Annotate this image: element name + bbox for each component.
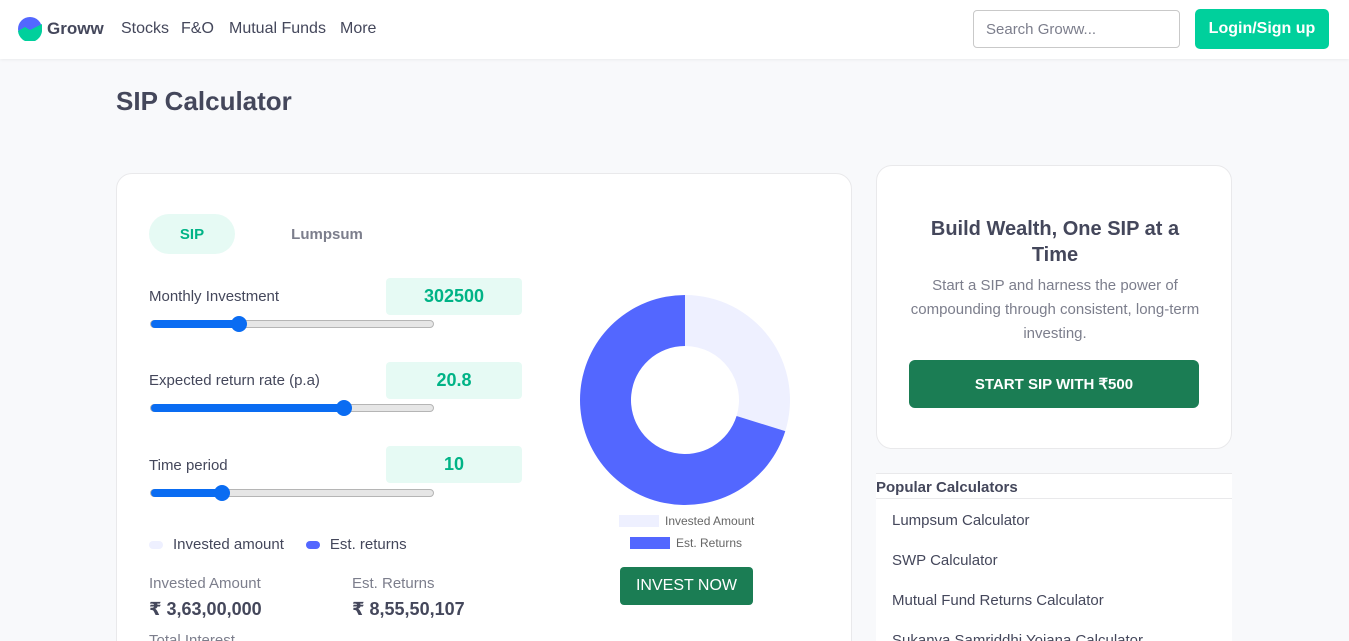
slider-fill xyxy=(151,404,345,412)
tab-sip[interactable]: SIP xyxy=(149,214,235,254)
nav-stocks[interactable]: Stocks xyxy=(121,20,169,38)
calculator-legend: Invested amount Est. returns xyxy=(149,536,429,553)
promo-card: Build Wealth, One SIP at a Time Start a … xyxy=(876,165,1232,449)
legend-invested: Invested amount xyxy=(149,536,284,553)
return-rate-label: Expected return rate (p.a) xyxy=(149,372,320,389)
groww-logo-icon[interactable] xyxy=(18,17,42,41)
time-period-input[interactable]: 10 xyxy=(386,446,522,483)
invested-amount-label: Invested Amount xyxy=(149,575,261,592)
return-rate-input[interactable]: 20.8 xyxy=(386,362,522,399)
returns-dot-icon xyxy=(305,540,320,549)
slider-thumb[interactable] xyxy=(336,400,353,416)
top-header: Groww Stocks F&O Mutual Funds More Login… xyxy=(0,0,1349,59)
legend-returns-label: Est. returns xyxy=(329,536,407,553)
calculator-card: SIP Lumpsum Monthly Investment 302500 Ex… xyxy=(116,173,852,641)
promo-title: Build Wealth, One SIP at a Time xyxy=(930,218,1180,266)
login-signup-button[interactable]: Login/Sign up xyxy=(1195,9,1329,49)
popular-title: Popular Calculators xyxy=(876,479,1018,496)
returns-donut-chart xyxy=(580,295,790,505)
page-title: SIP Calculator xyxy=(116,86,292,116)
monthly-investment-label: Monthly Investment xyxy=(149,288,280,305)
invested-amount-value: ₹ 3,63,00,000 xyxy=(149,599,262,619)
invested-dot-icon xyxy=(149,540,163,549)
tab-lumpsum[interactable]: Lumpsum xyxy=(277,214,377,254)
slider-fill xyxy=(151,489,222,497)
time-period-label: Time period xyxy=(149,457,228,474)
monthly-investment-slider[interactable] xyxy=(150,316,434,332)
list-item[interactable]: Mutual Fund Returns Calculator xyxy=(892,592,1104,609)
slider-thumb[interactable] xyxy=(231,316,248,332)
slider-fill xyxy=(151,320,240,328)
nav-fno[interactable]: F&O xyxy=(181,20,214,38)
donut-slice-invested-amount xyxy=(685,295,790,432)
est-returns-value: ₹ 8,55,50,107 xyxy=(352,599,465,619)
slider-thumb[interactable] xyxy=(214,485,230,501)
brand-name[interactable]: Groww xyxy=(47,19,104,39)
chart-legend-swatch xyxy=(619,515,659,527)
chart-legend-label: Invested Amount xyxy=(665,514,755,528)
list-item[interactable]: Sukanya Samriddhi Yojana Calculator xyxy=(892,632,1143,641)
chart-legend-invested: Invested Amount xyxy=(619,514,754,528)
chart-legend-returns: Est. Returns xyxy=(630,536,742,550)
legend-invested-label: Invested amount xyxy=(173,536,284,553)
invest-now-button[interactable]: INVEST NOW xyxy=(620,567,753,605)
list-item[interactable]: SWP Calculator xyxy=(892,552,998,569)
chart-legend-swatch xyxy=(630,537,670,549)
legend-returns: Est. returns xyxy=(305,536,407,553)
time-period-slider[interactable] xyxy=(150,485,434,501)
return-rate-slider[interactable] xyxy=(150,400,434,416)
nav-mutual-funds[interactable]: Mutual Funds xyxy=(229,20,326,38)
nav-more[interactable]: More xyxy=(340,20,376,38)
monthly-investment-input[interactable]: 302500 xyxy=(386,278,522,315)
promo-text: Start a SIP and harness the power of com… xyxy=(910,277,1200,342)
divider xyxy=(876,498,1232,499)
search-input[interactable] xyxy=(973,10,1180,48)
popular-calculators: Popular Calculators Lumpsum Calculator S… xyxy=(876,473,1232,641)
est-returns-label: Est. Returns xyxy=(352,575,435,592)
list-item[interactable]: Lumpsum Calculator xyxy=(892,512,1030,529)
total-interest-label: Total Interest xyxy=(149,632,235,641)
chart-legend-label: Est. Returns xyxy=(676,536,743,550)
start-sip-button[interactable]: START SIP WITH ₹500 xyxy=(909,360,1199,408)
